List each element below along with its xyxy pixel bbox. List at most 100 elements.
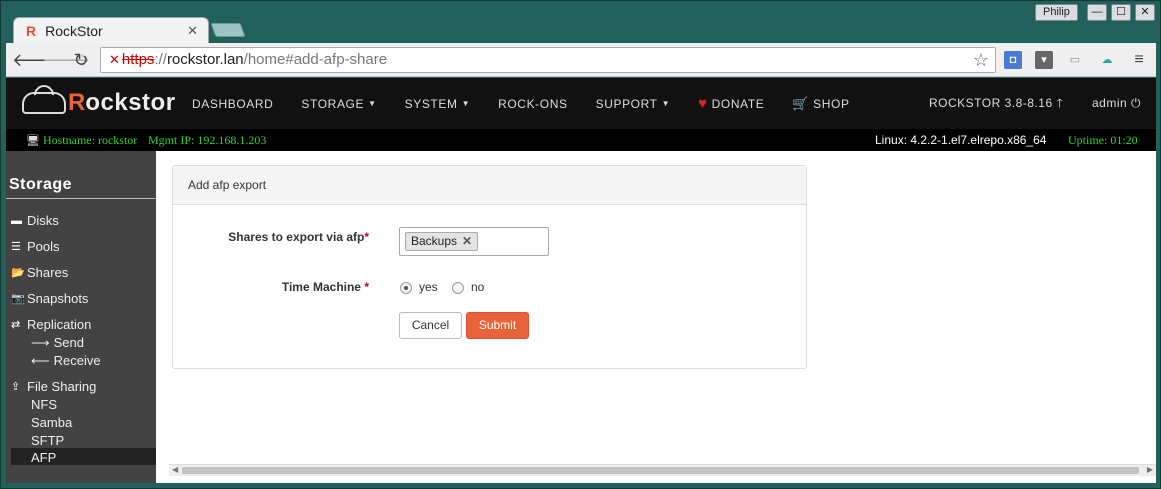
menu-label: STORAGE: [301, 96, 365, 111]
main-menu: DASHBOARD STORAGE ▼ SYSTEM ▼ ROCK-ONS SUPP…: [192, 78, 878, 129]
scrollbar-thumb[interactable]: [182, 467, 1139, 474]
profile-button[interactable]: Philip: [1035, 4, 1078, 21]
add-afp-export-panel: Add afp export Shares to export via afp*…: [172, 165, 807, 369]
sidebar-item-pools[interactable]: ☰ Pools: [11, 239, 60, 254]
menu-rock-ons[interactable]: ROCK-ONS: [498, 97, 567, 111]
forward-arrow-icon[interactable]: 🡒: [42, 49, 90, 71]
sidebar-item-nfs[interactable]: NFS: [31, 397, 57, 412]
sidebar-item-label: AFP: [31, 450, 57, 465]
time-machine-no-radio[interactable]: [452, 282, 464, 294]
sidebar-item-send[interactable]: ⟶ Send: [31, 335, 84, 351]
extension-translate-icon[interactable]: ◘: [1004, 51, 1022, 69]
time-machine-label: Time Machine *: [193, 280, 369, 294]
heart-icon: ♥: [698, 95, 708, 112]
maximize-button[interactable]: ☐: [1111, 4, 1131, 21]
url-path: /home#add-afp-share: [243, 51, 388, 68]
menu-label: SHOP: [813, 96, 850, 111]
folder-open-icon: 📂: [11, 267, 25, 279]
url-host: rockstor.lan: [166, 51, 244, 68]
sidebar-item-samba[interactable]: Samba: [31, 415, 72, 430]
shopping-cart-icon: 🛒: [792, 95, 810, 111]
caret-down-icon: ▼: [461, 99, 471, 108]
username: admin: [1092, 96, 1128, 110]
menu-hamburger-icon[interactable]: ≡: [1130, 51, 1148, 69]
version-text: ROCKSTOR 3.8-8.16: [929, 96, 1053, 110]
required-mark: *: [364, 280, 369, 294]
minimize-button[interactable]: —: [1087, 4, 1107, 21]
top-navbar: Rockstor DASHBOARD STORAGE ▼ SYSTEM ▼ ROCK…: [6, 78, 1156, 129]
horizontal-scrollbar[interactable]: ◀ ▶: [169, 464, 1156, 476]
sidebar-item-label: Samba: [31, 415, 73, 430]
browser-toolbar: 🡐 🡒 ↻ ✕ https://rockstor.lan/home#add-afp…: [6, 43, 1156, 77]
mgmt-ip: Mgmt IP: 192.168.1.203: [148, 133, 267, 147]
sidebar-title: Storage: [9, 176, 73, 193]
menu-system[interactable]: SYSTEM ▼: [405, 97, 470, 111]
shares-field-label: Shares to export via afp*: [193, 230, 369, 244]
sidebar-item-sftp[interactable]: SFTP: [31, 433, 64, 448]
cloud-logo-icon: [22, 92, 66, 114]
sidebar-item-snapshots[interactable]: 📷 Snapshots: [11, 291, 88, 306]
exchange-icon: ⇄: [11, 319, 21, 331]
sidebar-item-disks[interactable]: ▬ Disks: [11, 213, 59, 228]
rockstor-page: Rockstor DASHBOARD STORAGE ▼ SYSTEM ▼ ROCK…: [6, 78, 1156, 483]
sidebar-item-shares[interactable]: 📂 Shares: [11, 265, 68, 280]
address-bar[interactable]: ✕ https://rockstor.lan/home#add-afp-share…: [100, 47, 996, 73]
label-text: Shares to export via afp: [228, 230, 365, 244]
browser-tab[interactable]: R RockStor ✕: [13, 17, 209, 43]
storage-sidebar: Storage ▬ Disks ☰ Pools 📂 Shares 📷 Snapshots…: [6, 151, 156, 483]
sidebar-item-replication[interactable]: ⇄ Replication: [11, 317, 91, 332]
sidebar-item-file-sharing[interactable]: ⇪ File Sharing: [11, 379, 96, 394]
menu-dashboard[interactable]: DASHBOARD: [192, 97, 273, 111]
label-text: Time Machine: [281, 280, 361, 294]
kernel-version: Linux: 4.2.2-1.el7.elrepo.x86_64: [875, 133, 1047, 147]
arrow-right-icon: ⟶: [31, 335, 50, 350]
submit-button[interactable]: Submit: [466, 312, 529, 339]
sidebar-item-afp[interactable]: AFP: [31, 450, 56, 465]
menu-donate[interactable]: ♥ DONATE: [698, 95, 764, 112]
menu-support[interactable]: SUPPORT ▼: [596, 97, 671, 111]
required-mark: *: [364, 230, 369, 244]
uptime: Uptime: 01:20: [1068, 133, 1138, 147]
menu-shop[interactable]: 🛒 SHOP: [792, 96, 849, 112]
sidebar-item-label: Snapshots: [27, 291, 89, 306]
hdd-icon: ▬: [11, 214, 22, 227]
remove-tag-icon[interactable]: ✕: [462, 234, 472, 248]
sidebar-item-label: Replication: [27, 317, 92, 332]
status-bar: 🖥 Hostname: rockstor Mgmt IP: 192.168.1.2…: [6, 129, 1156, 151]
cancel-button[interactable]: Cancel: [399, 312, 462, 339]
new-tab-button[interactable]: [210, 23, 246, 37]
update-arrow-icon: 🡑: [1056, 96, 1064, 110]
scroll-right-icon[interactable]: ▶: [1147, 465, 1153, 474]
scroll-left-icon[interactable]: ◀: [172, 465, 178, 474]
close-tab-icon[interactable]: ✕: [187, 23, 198, 39]
sidebar-item-label: Receive: [53, 353, 101, 368]
menu-storage[interactable]: STORAGE ▼: [301, 97, 376, 111]
time-machine-yes-radio[interactable]: [400, 282, 412, 294]
bookmark-star-icon[interactable]: ☆: [973, 48, 989, 72]
menu-label: DASHBOARD: [192, 96, 274, 111]
no-label: no: [471, 280, 485, 294]
rockstor-logo[interactable]: Rockstor: [22, 88, 176, 118]
extension-pocket-icon[interactable]: ▾: [1035, 51, 1053, 69]
logo-letter: R: [68, 89, 86, 116]
tab-strip: R RockStor ✕ Philip — ☐ ✕: [1, 1, 1160, 43]
back-arrow-icon[interactable]: 🡐: [12, 49, 60, 71]
monitor-icon: 🖥: [26, 134, 40, 147]
camera-icon: 📷: [11, 293, 25, 305]
shares-select-input[interactable]: Backups ✕: [399, 227, 549, 256]
cast-icon[interactable]: ▭: [1066, 51, 1084, 69]
reload-icon[interactable]: ↻: [70, 49, 92, 71]
user-menu[interactable]: admin ⏻: [1092, 78, 1141, 129]
menu-label: SYSTEM: [404, 96, 458, 111]
sidebar-item-label: Pools: [27, 239, 60, 254]
sidebar-item-label: Shares: [27, 265, 69, 280]
version-link[interactable]: ROCKSTOR 3.8-8.16 🡑: [929, 78, 1063, 129]
share-tag-label: Backups: [411, 234, 458, 248]
share-icon: ⇪: [11, 381, 21, 393]
extension-cloud-icon[interactable]: ☁: [1098, 51, 1116, 69]
sidebar-item-receive[interactable]: ⟵ Receive: [31, 353, 101, 369]
caret-down-icon: ▼: [368, 99, 377, 108]
close-window-button[interactable]: ✕: [1135, 4, 1155, 21]
sidebar-divider: [6, 198, 156, 199]
tab-title: RockStor: [45, 22, 103, 39]
